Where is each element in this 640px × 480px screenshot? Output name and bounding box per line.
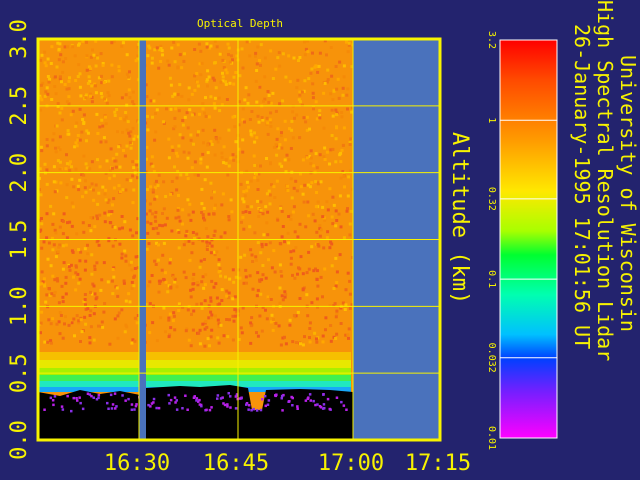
y-tick-label: 1.5 <box>7 220 32 260</box>
header-line-3: 26-January-1995 17:01:56 UT <box>570 24 594 350</box>
transition-band-1 <box>38 360 351 368</box>
header-line-2: High Spectral Resolution Lidar <box>593 0 617 362</box>
colorbar-tick-label: 1 <box>486 117 497 123</box>
colorbar-tick-label: 0.032 <box>486 343 497 373</box>
header-line-1: University of Wisconsin <box>616 55 640 332</box>
colorbar-gradient <box>499 39 558 439</box>
colorbar-tick-label: 0.32 <box>486 187 497 211</box>
x-tick-label: 17:15 <box>405 451 471 476</box>
transition-band-3 <box>38 375 351 381</box>
ground-region <box>38 385 353 440</box>
x-tick-label: 16:30 <box>104 451 170 476</box>
transition-band-2 <box>38 368 351 375</box>
transition-band-4 <box>38 381 351 387</box>
y-axis-ticks: 0.0 0.5 1.0 1.5 2.0 2.5 3.0 <box>7 19 32 460</box>
colorbar-tick-label: 0.01 <box>486 426 497 450</box>
y-tick-label: 3.0 <box>7 19 32 59</box>
y-tick-label: 2.5 <box>7 86 32 126</box>
transition-band-0 <box>38 352 351 360</box>
y-tick-label: 0.5 <box>7 353 32 393</box>
colorbar-tick-label: 0.1 <box>486 270 497 288</box>
y-axis-label: Altitude (km) <box>447 132 472 305</box>
chart-title: Optical Depth <box>197 17 283 30</box>
x-tick-label: 16:45 <box>203 451 269 476</box>
y-tick-label: 1.0 <box>7 286 32 326</box>
colorbar <box>499 39 558 439</box>
x-axis-ticks: 16:30 16:45 17:00 17:15 <box>104 451 471 476</box>
colorbar-tick-label: 3.2 <box>486 31 497 49</box>
optical-depth-chart: Optical Depth 16:30 16:45 17:00 17:15 0.00.… <box>7 17 558 476</box>
x-tick-label: 17:00 <box>318 451 384 476</box>
y-tick-label: 0.0 <box>7 420 32 460</box>
y-tick-label: 2.0 <box>7 153 32 193</box>
